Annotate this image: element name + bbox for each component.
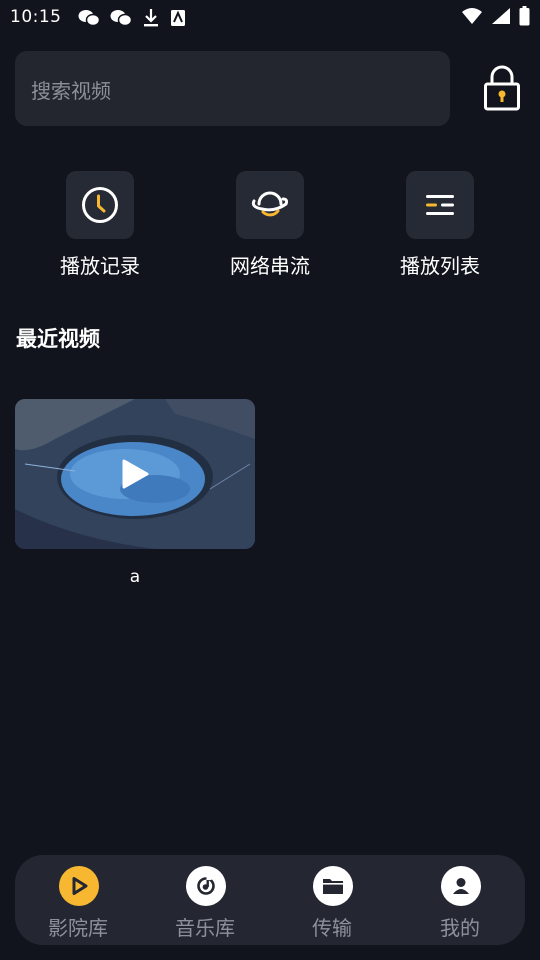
section-title-recent: 最近视频	[16, 327, 100, 351]
video-thumbnail[interactable]	[15, 399, 255, 549]
list-icon	[426, 195, 454, 215]
lock-button[interactable]	[482, 64, 522, 112]
lock-icon	[484, 65, 520, 111]
video-card[interactable]: a	[15, 399, 255, 594]
wifi-icon	[462, 8, 482, 24]
status-system-icons	[461, 6, 530, 26]
status-time: 10:15	[10, 7, 62, 27]
wechat-icon	[110, 10, 132, 27]
nav-label: 传输	[312, 916, 352, 940]
nav-item-cinema[interactable]: 影院库	[23, 866, 133, 940]
nav-label: 影院库	[48, 916, 108, 940]
folder-icon	[313, 866, 353, 906]
quick-action-icon-box	[66, 171, 134, 239]
play-circle-icon	[59, 866, 99, 906]
video-title: a	[129, 567, 141, 587]
quick-action-icon-box	[236, 171, 304, 239]
wechat-icon	[78, 10, 100, 27]
nav-item-transfer[interactable]: 传输	[277, 866, 387, 940]
search-placeholder: 搜索视频	[31, 79, 111, 103]
clock-icon	[82, 187, 118, 223]
quick-action-play-history[interactable]: 播放记录	[30, 171, 170, 281]
quick-action-label: 播放列表	[400, 254, 480, 278]
quick-action-network-stream[interactable]: 网络串流	[200, 171, 340, 281]
quick-action-label: 播放记录	[60, 254, 140, 278]
battery-icon	[519, 6, 530, 26]
bottom-nav: 影院库 音乐库 传输 我的	[15, 855, 525, 945]
music-icon	[186, 866, 226, 906]
app-notification-icon	[171, 10, 185, 26]
nav-label: 我的	[440, 916, 480, 940]
nav-label: 音乐库	[175, 916, 235, 940]
quick-action-label: 网络串流	[230, 254, 310, 278]
quick-action-icon-box	[406, 171, 474, 239]
signal-icon	[492, 8, 510, 24]
quick-action-playlist[interactable]: 播放列表	[370, 171, 510, 281]
search-input[interactable]: 搜索视频	[15, 51, 450, 126]
nav-item-profile[interactable]: 我的	[405, 866, 515, 940]
user-icon	[441, 866, 481, 906]
play-icon	[122, 459, 149, 489]
download-icon	[144, 9, 158, 27]
planet-icon	[251, 191, 289, 217]
status-bar: 10:15	[0, 0, 540, 36]
nav-item-music[interactable]: 音乐库	[150, 866, 260, 940]
status-notification-icons	[78, 8, 186, 28]
